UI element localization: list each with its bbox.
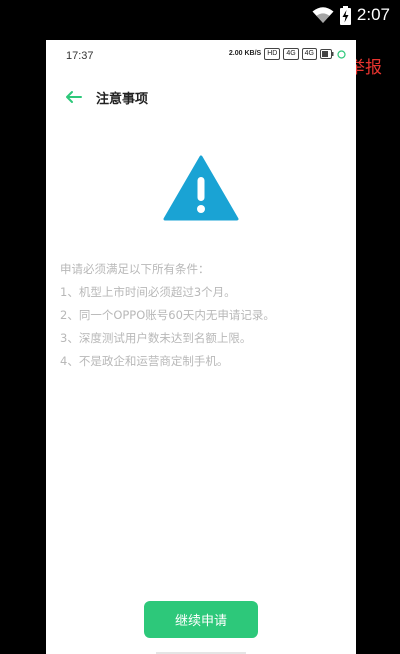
battery-charging-icon bbox=[339, 5, 351, 25]
outer-clock: 2:07 bbox=[356, 5, 390, 24]
arrow-left-icon[interactable] bbox=[62, 86, 84, 108]
conditions-list: 申请必须满足以下所有条件： 1、机型上市时间必须超过3个月。 2、同一个OPPO… bbox=[60, 258, 350, 373]
condition-item: 4、不是政企和运营商定制手机。 bbox=[60, 354, 229, 368]
nav-bar: 注意事项 bbox=[46, 84, 356, 112]
inner-clock: 17:37 bbox=[66, 50, 94, 62]
warning-triangle-icon bbox=[163, 155, 239, 221]
battery-icon bbox=[320, 49, 334, 59]
inner-status-bar: 17:37 2.00 KB/S HD 4G 4G bbox=[46, 40, 356, 72]
wifi-icon bbox=[312, 7, 334, 23]
conditions-heading: 申请必须满足以下所有条件： bbox=[60, 262, 210, 276]
signal-4g-indicator: 4G bbox=[283, 48, 299, 60]
phone-screenshot: 17:37 2.00 KB/S HD 4G 4G 注意事项 申请必须满足以下所有… bbox=[46, 40, 356, 654]
condition-item: 2、同一个OPPO账号60天内无申请记录。 bbox=[60, 308, 275, 322]
inner-status-icons: 2.00 KB/S HD 4G 4G bbox=[229, 48, 346, 60]
hd-indicator: HD bbox=[264, 48, 281, 60]
network-speed-indicator: 2.00 KB/S bbox=[228, 50, 262, 57]
condition-item: 1、机型上市时间必须超过3个月。 bbox=[60, 285, 236, 299]
signal-4g-indicator-2: 4G bbox=[301, 48, 317, 60]
continue-apply-button[interactable]: 继续申请 bbox=[144, 601, 258, 638]
condition-item: 3、深度测试用户数未达到名额上限。 bbox=[60, 331, 252, 345]
sync-icon bbox=[337, 49, 346, 59]
page-title: 注意事项 bbox=[96, 92, 149, 107]
outer-status-bar: 2:07 bbox=[0, 0, 400, 32]
